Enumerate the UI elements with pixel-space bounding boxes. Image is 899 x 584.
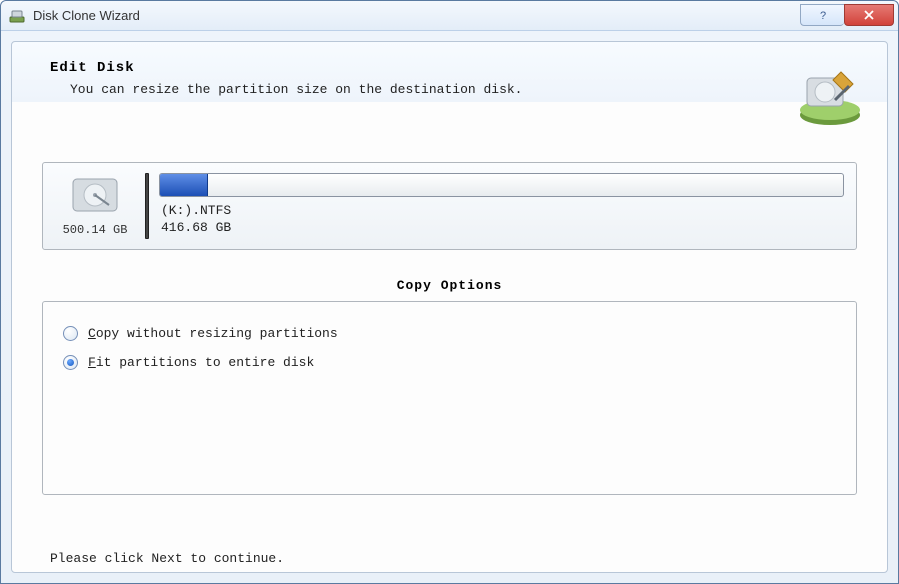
copy-options-title: Copy Options bbox=[12, 278, 887, 293]
radio-label: Copy without resizing partitions bbox=[88, 326, 338, 341]
partition-track: (K:).NTFS 416.68 GB bbox=[159, 173, 844, 239]
app-icon bbox=[9, 8, 25, 24]
radio-indicator bbox=[63, 355, 78, 370]
hard-drive-icon bbox=[71, 175, 119, 219]
radio-label: Fit partitions to entire disk bbox=[88, 355, 314, 370]
page-title: Edit Disk bbox=[50, 60, 522, 76]
window-title: Disk Clone Wizard bbox=[33, 8, 792, 23]
disk-tools-icon bbox=[795, 60, 865, 130]
close-button[interactable] bbox=[844, 4, 894, 26]
partition-size: 416.68 GB bbox=[161, 220, 844, 237]
page-subtitle: You can resize the partition size on the… bbox=[50, 82, 522, 97]
disk-summary: 500.14 GB bbox=[55, 175, 135, 237]
wizard-content: Edit Disk You can resize the partition s… bbox=[11, 41, 888, 573]
wizard-window: Disk Clone Wizard ? Edit Disk You can re… bbox=[0, 0, 899, 584]
footer-hint: Please click Next to continue. bbox=[50, 551, 284, 566]
partition-divider bbox=[145, 173, 149, 239]
partition-fill bbox=[160, 174, 208, 196]
radio-fit-to-disk[interactable]: Fit partitions to entire disk bbox=[63, 355, 836, 370]
radio-indicator bbox=[63, 326, 78, 341]
page-header: Edit Disk You can resize the partition s… bbox=[12, 42, 887, 162]
window-controls: ? bbox=[800, 5, 894, 26]
partition-bar[interactable] bbox=[159, 173, 844, 197]
svg-text:?: ? bbox=[819, 10, 825, 21]
partition-name: (K:).NTFS bbox=[161, 203, 844, 220]
disk-panel: 500.14 GB (K:).NTFS 416.68 GB bbox=[42, 162, 857, 250]
titlebar[interactable]: Disk Clone Wizard ? bbox=[1, 1, 898, 31]
copy-options-panel: Copy without resizing partitions Fit par… bbox=[42, 301, 857, 495]
radio-copy-without-resizing[interactable]: Copy without resizing partitions bbox=[63, 326, 836, 341]
disk-total-size: 500.14 GB bbox=[63, 223, 128, 237]
help-button[interactable]: ? bbox=[800, 4, 844, 26]
